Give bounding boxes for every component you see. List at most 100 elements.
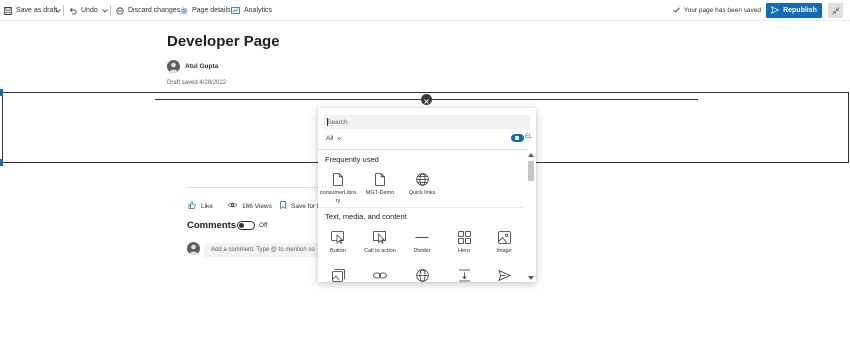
send-icon [484, 268, 524, 282]
toolbox-scrollbar[interactable] [527, 153, 535, 280]
undo-icon [69, 7, 77, 15]
draft-saved-text: Draft saved 4/28/2022 [167, 80, 227, 86]
globe-icon [402, 172, 442, 186]
toolbox-item-button[interactable]: Button [318, 230, 358, 256]
toolbox-item-link[interactable] [360, 268, 400, 282]
filter-label: All [326, 134, 334, 142]
discard-changes-label: Discard changes [128, 7, 181, 14]
toolbox-header-divider [318, 149, 528, 150]
author-name[interactable]: Atul Gupta [185, 63, 218, 70]
chevron-down-icon [337, 136, 343, 140]
view-toggle-label: EL [525, 134, 533, 140]
collapse-icon [831, 2, 840, 20]
like-label: Like [201, 202, 213, 210]
like-button[interactable]: Like [188, 199, 213, 213]
bookmark-icon [280, 201, 286, 211]
button-icon [318, 230, 358, 244]
save-for-later-button[interactable]: Save for la [280, 199, 322, 213]
save-icon [4, 6, 12, 15]
close-icon [424, 91, 429, 109]
view-count: 166 Views [228, 199, 272, 213]
section-handle-bottom[interactable] [0, 159, 3, 166]
save-status-text: Your page has been saved [683, 7, 761, 14]
call-to-action-icon [360, 230, 400, 244]
hero-icon [444, 230, 484, 244]
thumbs-up-icon [188, 201, 196, 211]
footer-divider [187, 187, 318, 188]
toolbox-item-send[interactable] [484, 268, 524, 282]
comment-input[interactable]: Add a comment. Type @ to mention so [204, 243, 318, 257]
link-icon [360, 268, 400, 282]
eye-icon [228, 202, 237, 210]
section-heading-text-media: Text, media, and content [325, 212, 407, 221]
text-caret [327, 118, 328, 126]
toolbox-item-quick-links[interactable]: Quick links [402, 172, 442, 198]
toolbox-item-label: Call to action [364, 248, 396, 254]
toolbox-item-mgt-demo[interactable]: MGT-Demo [360, 172, 400, 198]
page-title[interactable]: Developer Page [167, 33, 280, 50]
toolbox-item-label: Hero [458, 248, 470, 254]
image-icon [484, 230, 524, 244]
view-toggle-button[interactable] [511, 134, 524, 142]
toolbox-section-divider [318, 207, 524, 208]
analytics-icon [231, 7, 240, 14]
page-details-label: Page details [192, 7, 231, 14]
discard-changes-button[interactable]: Discard changes [116, 0, 180, 21]
toolbox-item-label: Image [496, 248, 512, 254]
spacer-icon [444, 268, 484, 282]
toolbox-item-label: Button [330, 248, 346, 254]
toolbox-item-label: consumerLibra ry [319, 190, 357, 204]
toolbox-item-divider[interactable]: Divider [402, 230, 442, 256]
save-status: Your page has been saved [673, 0, 761, 21]
author-avatar [167, 60, 180, 73]
toggle-knob [239, 223, 244, 228]
republish-button[interactable]: Republish [766, 3, 822, 18]
views-label: 166 Views [242, 202, 272, 210]
toolbox-item-call-to-action[interactable]: Call to action [360, 230, 400, 256]
commenter-avatar [187, 242, 200, 255]
undo-button[interactable]: Undo [69, 0, 98, 21]
toolbar-divider [110, 5, 111, 16]
comments-heading: Comments [187, 220, 237, 231]
undo-options-chevron-icon[interactable] [102, 0, 108, 21]
save-as-draft-button[interactable]: Save as draft [4, 0, 57, 21]
toolbox-item-image[interactable]: Image [484, 230, 524, 256]
gear-icon [180, 7, 188, 15]
collapse-toolbar-button[interactable] [828, 3, 843, 18]
comments-toggle-state: Off [259, 222, 268, 229]
save-as-draft-label: Save as draft [16, 7, 58, 14]
toolbox-search-input[interactable] [324, 115, 530, 129]
webpart-toolbox: All EL Frequently used consumerLibrary M… [318, 108, 536, 282]
divider-icon [402, 230, 442, 244]
globe-icon [402, 268, 442, 282]
image-gallery-icon [318, 268, 358, 282]
toolbox-item-label: Quick links [408, 190, 436, 196]
section-handle-top[interactable] [0, 89, 3, 96]
toolbox-item-label: Divider [413, 248, 431, 254]
undo-label: Undo [81, 7, 98, 14]
close-toolbox-button[interactable] [421, 94, 432, 105]
send-icon [770, 5, 780, 16]
analytics-label: Analytics [244, 7, 273, 14]
toolbox-filter-dropdown[interactable]: All [326, 133, 343, 143]
comments-toggle[interactable] [237, 221, 255, 230]
command-bar: Save as draft Undo Discard changes Page … [0, 0, 850, 21]
section-heading-frequently-used: Frequently used [325, 155, 379, 164]
toolbar-divider [63, 5, 64, 16]
discard-icon [116, 6, 124, 15]
toolbox-item-label: MGT-Demo [365, 190, 395, 196]
document-icon [360, 172, 400, 186]
analytics-button[interactable]: Analytics [231, 0, 272, 21]
toolbox-item-globe[interactable] [402, 268, 442, 282]
scroll-up-icon[interactable] [528, 153, 534, 157]
document-icon [318, 172, 358, 186]
page-details-button[interactable]: Page details [180, 0, 231, 21]
toolbox-item-spacer[interactable] [444, 268, 484, 282]
toolbox-item-consumerlibrary[interactable]: consumerLibra ry [318, 172, 358, 205]
scrollbar-thumb[interactable] [528, 161, 534, 181]
scroll-down-icon[interactable] [528, 276, 534, 280]
toolbox-item-image-gallery[interactable] [318, 268, 358, 282]
toolbox-item-hero[interactable]: Hero [444, 230, 484, 256]
republish-label: Republish [783, 7, 817, 14]
save-options-chevron-icon[interactable] [55, 0, 61, 21]
